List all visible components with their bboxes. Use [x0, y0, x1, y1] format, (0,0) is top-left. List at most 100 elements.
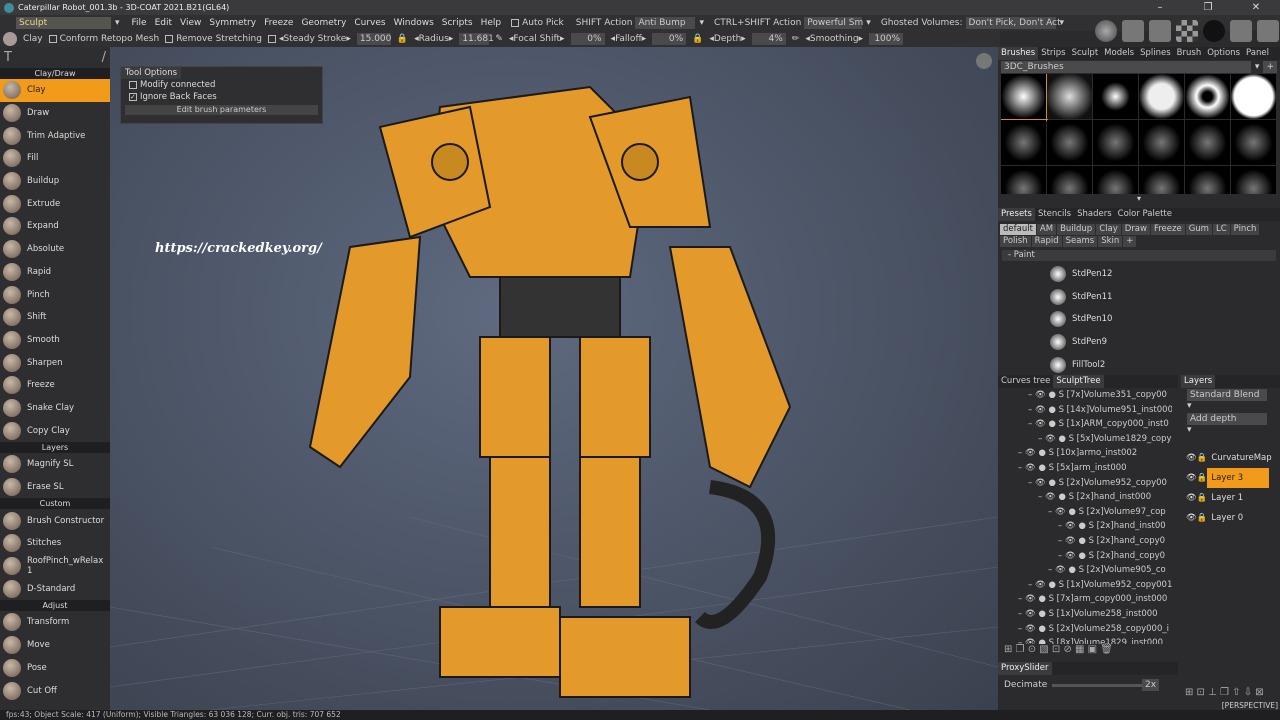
tool-fill[interactable]: Fill [0, 147, 110, 170]
menu-view[interactable]: View [176, 18, 205, 28]
visibility-eye-icon[interactable]: – 👁 ● S [1048, 507, 1087, 517]
preset-chip-gum[interactable]: Gum [1185, 224, 1212, 235]
brush-alpha-thumb[interactable] [1185, 166, 1230, 194]
preset-chip-freeze[interactable]: Freeze [1150, 224, 1185, 235]
visibility-eye-icon[interactable]: – 👁 ● S [1028, 478, 1067, 488]
brush-alpha-thumb[interactable] [1001, 166, 1046, 194]
radius-label[interactable]: ◂Radius▸ [414, 34, 453, 44]
menu-symmetry[interactable]: Symmetry [205, 18, 260, 28]
preset-item[interactable]: StdPen9 [998, 331, 1280, 354]
auto-pick-checkbox[interactable]: Auto Pick [511, 18, 564, 28]
preset-chip-pinch[interactable]: Pinch [1230, 224, 1260, 235]
tab-brushes[interactable]: Brushes [998, 47, 1039, 60]
brush-alpha-thumb[interactable] [1047, 120, 1092, 165]
preset-chip-buildup[interactable]: Buildup [1057, 224, 1096, 235]
eye-lock-icon[interactable]: 👁🔒 [1186, 508, 1207, 528]
tool-pinch[interactable]: Pinch [0, 283, 110, 306]
text-tool-icon[interactable]: T [4, 50, 12, 65]
depth-mode-select[interactable]: Add depth [1187, 413, 1267, 425]
focal-shift-value[interactable]: 0% [570, 33, 605, 45]
menu-help[interactable]: Help [477, 18, 506, 28]
visibility-eye-icon[interactable]: – 👁 ● S [1058, 551, 1097, 561]
visibility-eye-icon[interactable]: – 👁 ● S [1058, 536, 1097, 546]
tree-item[interactable]: – 👁 ● S [2x]Volume952_copy00 [998, 476, 1172, 491]
visibility-eye-icon[interactable]: – 👁 ● S [1028, 405, 1067, 415]
eye-lock-icon[interactable]: 👁🔒 [1186, 448, 1207, 468]
brush-alpha-thumb[interactable] [1185, 120, 1230, 165]
smoothing-label[interactable]: ◂Smoothing▸ [805, 34, 863, 44]
falloff-label[interactable]: ◂Falloff▸ [611, 34, 647, 44]
smoothing-value[interactable]: 100% [869, 33, 904, 45]
tree-item[interactable]: – 👁 ● S [5x]Volume1829_copy [998, 432, 1172, 447]
decimate-slider[interactable] [1052, 683, 1142, 687]
brush-alpha-thumb[interactable] [1047, 74, 1092, 119]
preset-item[interactable]: StdPen12 [998, 263, 1280, 286]
minimize-button[interactable]: – [1136, 0, 1184, 15]
tool-clay[interactable]: Clay [0, 79, 110, 102]
tool-shift[interactable]: Shift [0, 306, 110, 329]
visibility-eye-icon[interactable]: – 👁 ● S [1028, 390, 1067, 400]
brush-alpha-thumb[interactable] [1093, 74, 1138, 119]
shift-action-select[interactable]: Anti Bump [635, 17, 696, 29]
brush-alpha-thumb[interactable] [1093, 120, 1138, 165]
radius-value[interactable]: 11.681 [459, 33, 494, 45]
brush-alpha-thumb[interactable] [1139, 74, 1184, 119]
ghosted-volumes-select[interactable]: Don't Pick, Don't Act [965, 17, 1061, 29]
preset-chip-seams[interactable]: Seams [1062, 236, 1098, 247]
visibility-eye-icon[interactable]: – 👁 ● S [1018, 609, 1057, 619]
layer-toolbar-icons[interactable]: ⊞ ⊡ ⊥ ❐ ⇧ ⇩ ⊠ [1185, 687, 1264, 698]
ctrl-shift-action-select[interactable]: Powerful Sm [804, 17, 863, 29]
pressure-icon[interactable]: ✎ [495, 34, 503, 44]
visibility-eye-icon[interactable]: – 👁 ● S [1028, 419, 1067, 429]
depth-lock-icon[interactable]: 🔒 [692, 34, 703, 44]
ignore-back-faces-checkbox[interactable]: Ignore Back Faces [121, 91, 322, 103]
layer-item[interactable]: 👁🔒 Layer 1 [1186, 488, 1280, 508]
tab-brush[interactable]: Brush [1174, 47, 1205, 60]
tool-absolute[interactable]: Absolute [0, 238, 110, 261]
brush-set-select[interactable]: 3DC_Brushes [1001, 61, 1251, 73]
preset-chip-rapid[interactable]: Rapid [1031, 236, 1062, 247]
tool-copy-clay[interactable]: Copy Clay [0, 419, 110, 442]
section-header-custom[interactable]: Custom [0, 498, 110, 510]
brush-alpha-thumb[interactable] [1231, 120, 1276, 165]
menu-windows[interactable]: Windows [390, 18, 438, 28]
paint-buckets-icon[interactable] [1230, 20, 1252, 42]
tool-sharpen[interactable]: Sharpen [0, 351, 110, 374]
layer-item[interactable]: 👁🔒 Layer 3 [1186, 468, 1280, 488]
tab-color-palette[interactable]: Color Palette [1115, 208, 1175, 221]
tree-item[interactable]: – 👁 ● S [2x]Volume97_cop [998, 505, 1172, 520]
brush-alpha-thumb[interactable] [1185, 74, 1230, 119]
blend-mode-select[interactable]: Standard Blend [1187, 389, 1267, 401]
tool-roofpinch_wrelax-1[interactable]: RoofPinch_wRelax 1 [0, 555, 110, 578]
tab-models[interactable]: Models [1101, 47, 1137, 60]
steady-stroke-checkbox[interactable]: ◂Steady Stroke▸ [267, 34, 351, 44]
tool-cut-off[interactable]: Cut Off [0, 679, 110, 702]
visibility-eye-icon[interactable]: – 👁 ● S [1018, 463, 1057, 473]
preset-chip-skin[interactable]: Skin [1098, 236, 1123, 247]
preset-chip-lc[interactable]: LC [1212, 224, 1230, 235]
preset-chip-clay[interactable]: Clay [1096, 224, 1121, 235]
tree-item[interactable]: – 👁 ● S [7x]arm_copy000_inst000 [998, 592, 1172, 607]
tool-d-standard[interactable]: D-Standard [0, 577, 110, 600]
settings-brush-icon[interactable] [1122, 20, 1144, 42]
tool-magnify-sl[interactable]: Magnify SL [0, 453, 110, 476]
preset-chip-polish[interactable]: Polish [1000, 236, 1031, 247]
steady-stroke-value[interactable]: 15.000 [356, 33, 391, 45]
tree-item[interactable]: – 👁 ● S [8x]Volume1829_inst000 [998, 636, 1172, 644]
preset-chip-add[interactable]: + [1123, 236, 1137, 247]
tree-item[interactable]: – 👁 ● S [2x]hand_inst000 [998, 490, 1172, 505]
view-gizmo-icon[interactable] [976, 53, 992, 69]
tool-trim-adaptive[interactable]: Trim Adaptive [0, 124, 110, 147]
layer-item[interactable]: 👁🔒 Layer 0 [1186, 508, 1280, 528]
preset-group-header[interactable]: - Paint [1002, 250, 1276, 261]
visibility-eye-icon[interactable]: – 👁 ● S [1048, 565, 1087, 575]
tool-rapid[interactable]: Rapid [0, 261, 110, 284]
tool-draw[interactable]: Draw [0, 102, 110, 125]
tab-layers[interactable]: Layers [1181, 375, 1216, 388]
strips-icon[interactable] [1149, 20, 1171, 42]
room-select[interactable]: Sculpt [16, 17, 111, 29]
tool-smooth[interactable]: Smooth [0, 329, 110, 352]
tool-erase-sl[interactable]: Erase SL [0, 476, 110, 499]
tree-item[interactable]: – 👁 ● S [2x]Volume258_copy000_i [998, 622, 1172, 637]
sphere-icon[interactable] [1095, 20, 1117, 42]
